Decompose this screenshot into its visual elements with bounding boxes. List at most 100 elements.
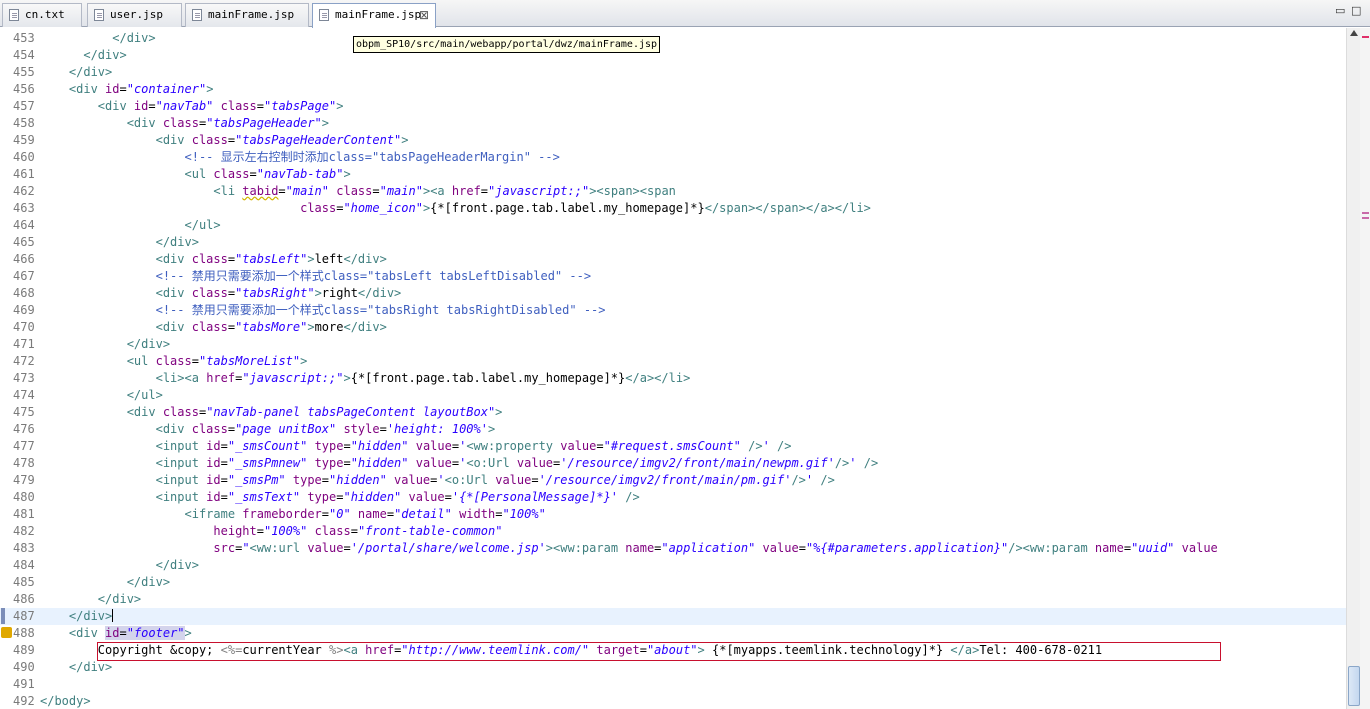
minimize-icon[interactable]: ▭ [1335,4,1345,17]
code-line[interactable]: 480 <input id="_smsText" type="hidden" v… [0,489,1346,506]
code-text: <div class="tabsLeft">left</div> [155,252,387,266]
code-line[interactable]: 459 <div class="tabsPageHeaderContent"> [0,132,1346,149]
tab-label: mainFrame.jsp [208,8,295,21]
line-number: 469 [13,303,35,317]
code-text: <div id="container"> [68,82,214,96]
line-number: 455 [13,65,35,79]
code-line[interactable]: 485 </div> [0,574,1346,591]
line-number: 488 [13,626,35,640]
line-number: 482 [13,524,35,538]
overview-ruler[interactable] [1360,28,1370,709]
line-number: 462 [13,184,35,198]
code-line[interactable]: 461 <ul class="navTab-tab"> [0,166,1346,183]
code-line[interactable]: 479 <input id="_smsPm" type="hidden" val… [0,472,1346,489]
code-text: <!-- 禁用只需要添加一个样式class="tabsRight tabsRig… [155,303,606,317]
code-line[interactable]: 487 </div> [0,608,1346,625]
code-text: </div> [83,48,127,62]
code-line[interactable]: 482 height="100%" class="front-table-com… [0,523,1346,540]
code-line[interactable]: 490 </div> [0,659,1346,676]
tab-cn-txt[interactable]: cn.txt [2,3,82,27]
tab-user-jsp[interactable]: user.jsp [87,3,182,27]
jsp-file-icon [94,9,104,21]
line-number: 478 [13,456,35,470]
code-editor[interactable]: 453 </div> 454 </div> 455 </div> 456 <div i… [0,28,1346,709]
code-line[interactable]: 476 <div class="page unitBox" style='hei… [0,421,1346,438]
code-line[interactable]: 492 </body> [0,693,1346,709]
text-file-icon [9,9,19,21]
code-line[interactable]: 465 </div> [0,234,1346,251]
maximize-icon[interactable]: □ [1351,4,1361,17]
code-text: <ul class="tabsMoreList"> [126,354,308,368]
code-line[interactable]: 472 <ul class="tabsMoreList"> [0,353,1346,370]
code-line[interactable]: 463 class="home_icon">{*[front.page.tab.… [0,200,1346,217]
line-number: 456 [13,82,35,96]
code-line[interactable]: 477 <input id="_smsCount" type="hidden" … [0,438,1346,455]
code-text: <div class="tabsMore">more</div> [155,320,387,334]
scrollbar-thumb[interactable] [1348,666,1360,706]
code-text: <!-- 显示左右控制时添加class="tabsPageHeaderMargi… [184,150,560,164]
line-number: 466 [13,252,35,266]
code-line[interactable]: 468 <div class="tabsRight">right</div> [0,285,1346,302]
line-number: 489 [13,643,35,657]
code-line[interactable]: 473 <li><a href="javascript:;">{*[front.… [0,370,1346,387]
line-number: 485 [13,575,35,589]
code-text: <li><a href="javascript:;">{*[front.page… [155,371,691,385]
code-line[interactable]: 491 [0,676,1346,693]
line-number: 481 [13,507,35,521]
code-line[interactable]: 478 <input id="_smsPmnew" type="hidden" … [0,455,1346,472]
code-text: <iframe frameborder="0" name="detail" wi… [184,507,546,521]
line-number: 465 [13,235,35,249]
code-line[interactable]: 470 <div class="tabsMore">more</div> [0,319,1346,336]
code-text: </ul> [126,388,163,402]
line-number: 460 [13,150,35,164]
code-text: <ul class="navTab-tab"> [184,167,351,181]
code-line[interactable]: 456 <div id="container"> [0,81,1346,98]
code-line[interactable]: 457 <div id="navTab" class="tabsPage"> [0,98,1346,115]
code-line[interactable]: 458 <div class="tabsPageHeader"> [0,115,1346,132]
code-line[interactable]: 455 </div> [0,64,1346,81]
code-line[interactable]: 488 <div id="footer"> [0,625,1346,642]
code-line[interactable]: 481 <iframe frameborder="0" name="detail… [0,506,1346,523]
tab-label: cn.txt [25,8,65,21]
warning-icon[interactable] [1,627,12,638]
code-text: </div> [97,592,142,606]
code-line[interactable]: 464 </ul> [0,217,1346,234]
code-line[interactable]: 489 Copyright &copy; <%=currentYear %><a… [0,642,1346,659]
code-line[interactable]: 460 <!-- 显示左右控制时添加class="tabsPageHeaderM… [0,149,1346,166]
vertical-scrollbar[interactable] [1346,28,1360,709]
change-marker-icon [1,608,5,624]
line-number: 473 [13,371,35,385]
code-text: <li tabid="main" class="main"><a href="j… [213,184,676,198]
close-tab-icon[interactable]: ⊠ [419,4,429,26]
tab-mainframe-jsp[interactable]: mainFrame.jsp [185,3,309,27]
overview-mark[interactable] [1362,217,1369,219]
line-number: 492 [13,694,35,708]
code-line[interactable]: 466 <div class="tabsLeft">left</div> [0,251,1346,268]
scroll-up-icon[interactable] [1350,30,1358,36]
code-line[interactable]: 462 <li tabid="main" class="main"><a hre… [0,183,1346,200]
code-line[interactable]: 469 <!-- 禁用只需要添加一个样式class="tabsRight tab… [0,302,1346,319]
code-line[interactable]: 475 <div class="navTab-panel tabsPageCon… [0,404,1346,421]
code-text: height="100%" class="front-table-common" [213,524,503,538]
code-line[interactable]: 486 </div> [0,591,1346,608]
code-line[interactable]: 483 src="<ww:url value='/portal/share/we… [0,540,1346,557]
code-line[interactable]: 484 </div> [0,557,1346,574]
line-number: 454 [13,48,35,62]
code-text: <div class="tabsPageHeaderContent"> [155,133,409,147]
line-number: 486 [13,592,35,606]
line-number: 475 [13,405,35,419]
code-text: <input id="_smsPm" type="hidden" value='… [155,473,835,487]
line-number: 484 [13,558,35,572]
code-line[interactable]: 467 <!-- 禁用只需要添加一个样式class="tabsLeft tabs… [0,268,1346,285]
code-text: <div class="navTab-panel tabsPageContent… [126,405,503,419]
code-line[interactable]: 474 </ul> [0,387,1346,404]
overview-mark[interactable] [1362,212,1369,214]
code-line[interactable]: 471 </div> [0,336,1346,353]
line-number: 471 [13,337,35,351]
tab-mainframe-jsp-active[interactable]: mainFrame.jsp ⊠ [312,3,436,28]
code-text: </div> [126,575,171,589]
file-path-tooltip: obpm_SP10/src/main/webapp/portal/dwz/mai… [353,36,661,53]
code-line[interactable]: 454 </div> [0,47,1346,64]
code-line[interactable]: 453 </div> [0,30,1346,47]
overview-mark[interactable] [1362,36,1369,38]
